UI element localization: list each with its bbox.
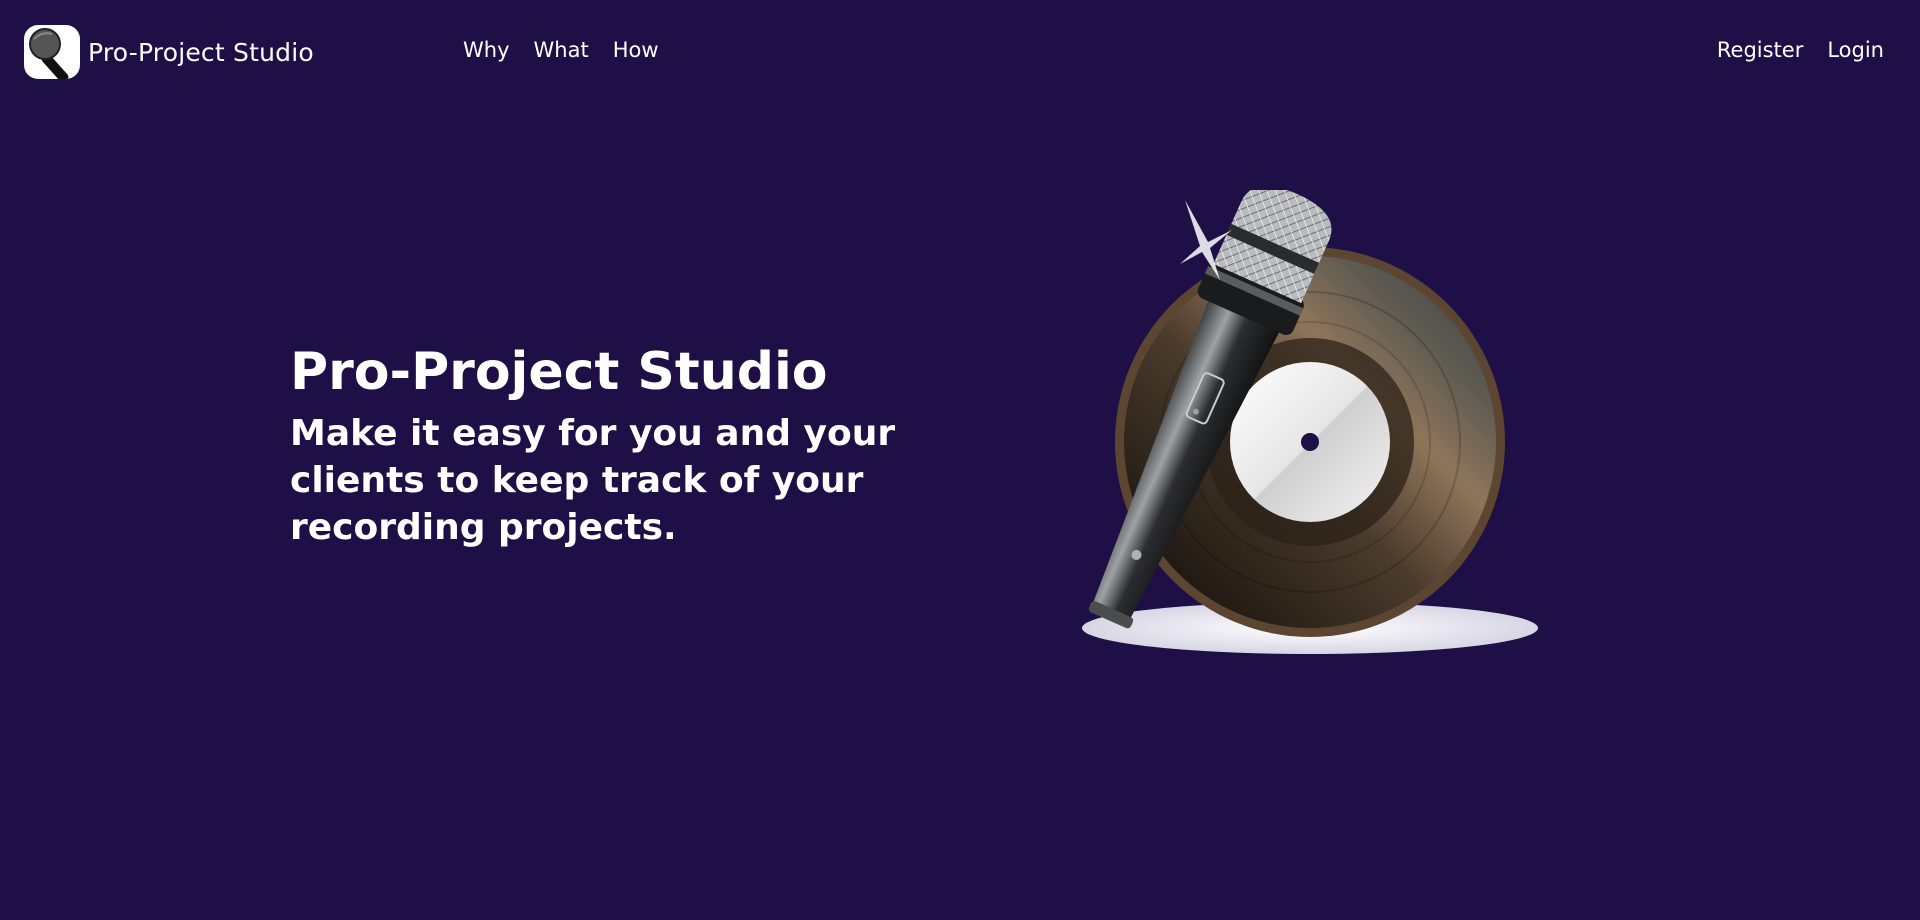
nav-link-why[interactable]: Why — [463, 38, 510, 62]
nav-link-how[interactable]: How — [613, 38, 659, 62]
hero-title: Pro-Project Studio — [290, 342, 828, 402]
brand-name: Pro-Project Studio — [88, 37, 314, 67]
hero-subtitle: Make it easy for you and your clients to… — [290, 413, 896, 548]
microphone-icon — [24, 25, 80, 79]
register-link[interactable]: Register — [1717, 38, 1803, 62]
primary-nav: Why What How — [463, 38, 659, 62]
microphone-vinyl-illustration — [1020, 185, 1560, 660]
account-nav: Register Login — [1717, 38, 1884, 62]
brand-home-link[interactable]: Pro-Project Studio — [24, 25, 314, 79]
nav-link-what[interactable]: What — [534, 38, 589, 62]
top-navbar: Pro-Project Studio Why What How Register… — [0, 0, 1920, 106]
hero-text-block: Pro-Project Studio Make it easy for you … — [290, 336, 910, 551]
login-link[interactable]: Login — [1827, 38, 1884, 62]
